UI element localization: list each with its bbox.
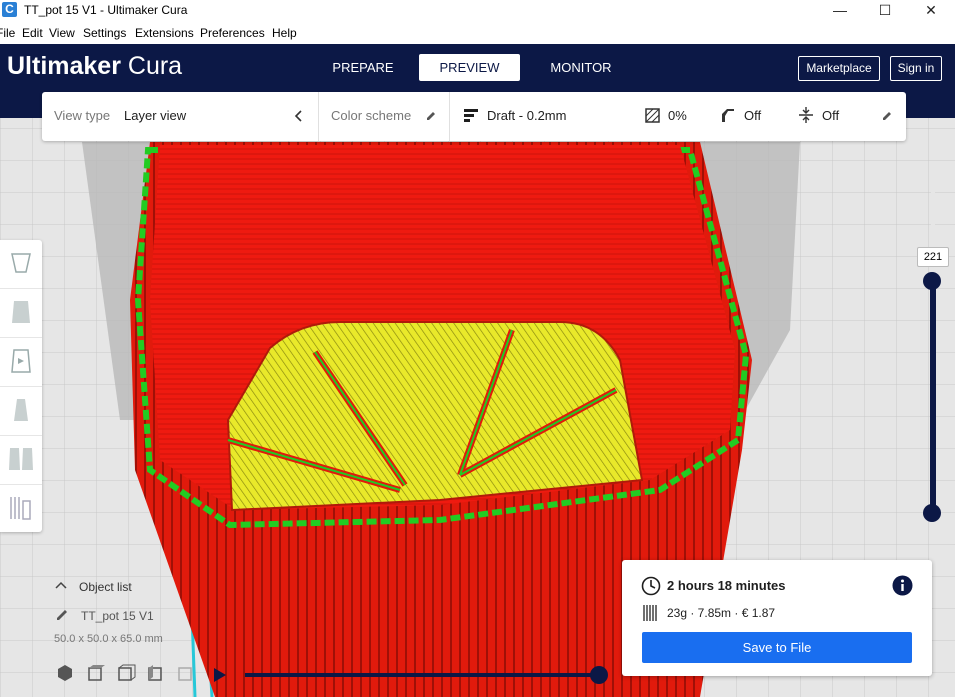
top-view-icon[interactable] bbox=[118, 664, 136, 681]
edit-settings-pencil-icon[interactable] bbox=[881, 110, 893, 122]
object-dimensions: 50.0 x 50.0 x 65.0 mm bbox=[54, 633, 163, 645]
menu-preferences[interactable]: Preferences bbox=[200, 26, 265, 40]
rotate-tool-icon[interactable] bbox=[6, 346, 36, 376]
print-info-panel: 2 hours 18 minutes 23g · 7.85m · € 1.87 … bbox=[622, 560, 932, 676]
tab-monitor[interactable]: MONITOR bbox=[538, 54, 624, 81]
mirror-tool-icon[interactable] bbox=[6, 395, 36, 425]
menu-view[interactable]: View bbox=[49, 26, 75, 40]
logo-product: Cura bbox=[120, 52, 183, 80]
divider bbox=[0, 484, 42, 485]
support-blocker-icon[interactable] bbox=[6, 493, 36, 523]
support-value[interactable]: Off bbox=[744, 108, 761, 123]
print-profile-icon bbox=[464, 109, 478, 122]
menu-help[interactable]: Help bbox=[272, 26, 297, 40]
floor-infill bbox=[226, 321, 644, 512]
adhesion-icon bbox=[799, 107, 813, 123]
simulation-handle[interactable] bbox=[590, 666, 608, 684]
info-icon[interactable] bbox=[892, 575, 913, 596]
chevron-left-icon[interactable] bbox=[294, 110, 304, 122]
menu-bar: File Edit View Settings Extensions Prefe… bbox=[0, 22, 955, 44]
clock-icon bbox=[641, 576, 661, 596]
pencil-icon[interactable] bbox=[425, 110, 437, 122]
support-icon bbox=[722, 109, 734, 122]
tab-preview[interactable]: PREVIEW bbox=[419, 54, 520, 81]
layer-number-input[interactable]: 221 bbox=[917, 247, 949, 267]
close-button[interactable]: ✕ bbox=[908, 0, 954, 22]
slider-track-top bbox=[931, 180, 935, 240]
view-settings-bar: View type Layer view Color scheme Draft … bbox=[42, 92, 906, 141]
window-title-bar: C TT_pot 15 V1 - Ultimaker Cura — ☐ ✕ bbox=[0, 0, 955, 22]
layer-slider[interactable]: 221 bbox=[917, 180, 949, 525]
camera-views bbox=[58, 664, 192, 681]
menu-edit[interactable]: Edit bbox=[22, 26, 43, 40]
left-view-icon[interactable] bbox=[148, 665, 162, 681]
filament-spool-icon bbox=[643, 605, 657, 621]
per-model-settings-icon[interactable] bbox=[6, 444, 36, 474]
view-type-label: View type bbox=[54, 108, 111, 123]
menu-settings[interactable]: Settings bbox=[83, 26, 126, 40]
print-time: 2 hours 18 minutes bbox=[667, 578, 786, 593]
front-view-icon[interactable] bbox=[88, 665, 105, 681]
slider-range bbox=[930, 280, 936, 513]
move-tool-icon[interactable] bbox=[6, 248, 36, 278]
pencil-icon[interactable] bbox=[55, 608, 69, 622]
divider bbox=[0, 386, 42, 387]
logo-brand: Ultimaker bbox=[7, 52, 121, 80]
simulation-slider[interactable] bbox=[210, 665, 610, 685]
right-view-icon[interactable] bbox=[178, 667, 192, 681]
tab-prepare[interactable]: PREPARE bbox=[320, 54, 406, 81]
infill-icon bbox=[645, 108, 660, 123]
lower-handle[interactable] bbox=[923, 504, 941, 522]
menu-extensions[interactable]: Extensions bbox=[135, 26, 194, 40]
marketplace-button[interactable]: Marketplace bbox=[798, 56, 880, 81]
sign-in-button[interactable]: Sign in bbox=[890, 56, 942, 81]
print-profile-value[interactable]: Draft - 0.2mm bbox=[487, 108, 566, 123]
upper-handle[interactable] bbox=[923, 272, 941, 290]
ultimaker-cura-logo: Ultimaker Cura bbox=[7, 52, 182, 81]
play-icon[interactable] bbox=[214, 668, 226, 682]
adhesion-value[interactable]: Off bbox=[822, 108, 839, 123]
divider bbox=[449, 92, 450, 141]
view-type-dropdown[interactable]: Layer view bbox=[124, 108, 186, 123]
object-name: TT_pot 15 V1 bbox=[81, 609, 154, 623]
menu-file[interactable]: File bbox=[0, 26, 15, 40]
color-scheme-label[interactable]: Color scheme bbox=[331, 108, 411, 123]
divider bbox=[0, 337, 42, 338]
3d-view-icon[interactable] bbox=[58, 665, 72, 681]
chevron-up-icon[interactable] bbox=[55, 581, 67, 589]
scale-tool-icon[interactable] bbox=[6, 297, 36, 327]
tool-panel bbox=[0, 240, 42, 532]
divider bbox=[0, 288, 42, 289]
divider bbox=[0, 435, 42, 436]
material-estimate: 23g · 7.85m · € 1.87 bbox=[667, 606, 776, 620]
infill-value[interactable]: 0% bbox=[668, 108, 687, 123]
save-to-file-button[interactable]: Save to File bbox=[642, 632, 912, 663]
minimize-button[interactable]: — bbox=[817, 0, 863, 22]
maximize-button[interactable]: ☐ bbox=[862, 0, 908, 22]
divider bbox=[318, 92, 319, 141]
object-list-title[interactable]: Object list bbox=[79, 580, 132, 594]
simulation-track bbox=[245, 673, 600, 677]
window-title: TT_pot 15 V1 - Ultimaker Cura bbox=[24, 3, 188, 17]
cura-app-icon: C bbox=[2, 2, 17, 17]
